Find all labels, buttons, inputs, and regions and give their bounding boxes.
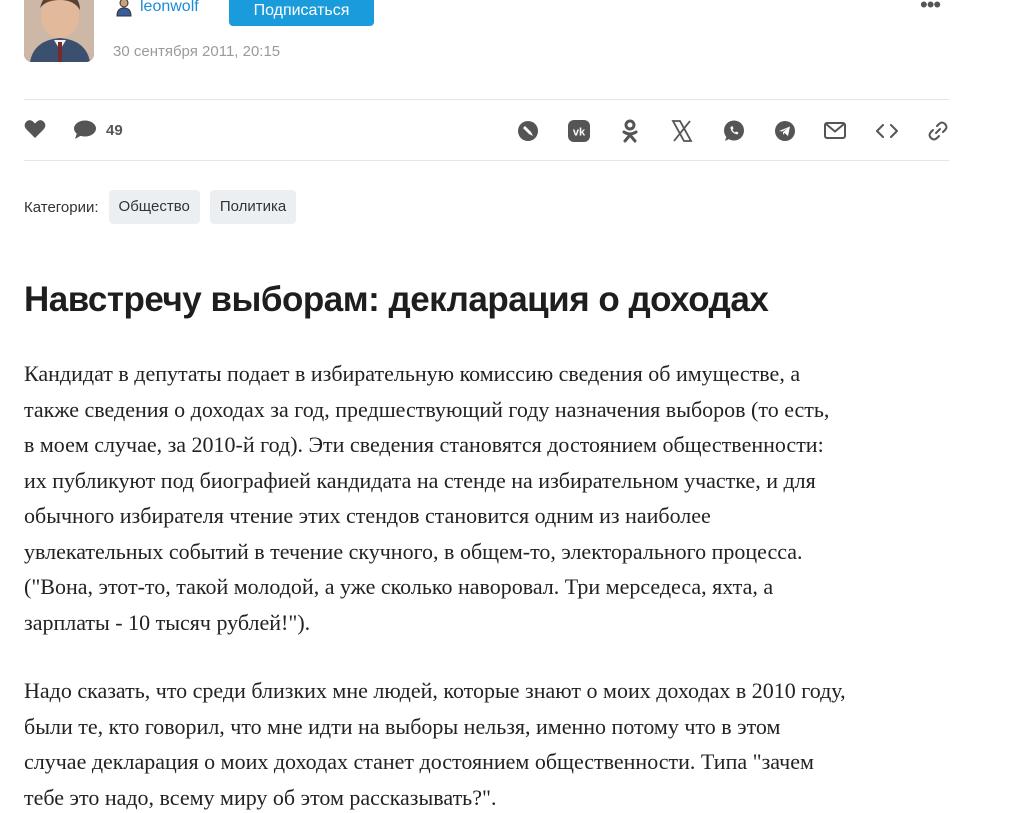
- paragraph-line: Кандидат в депутаты подает в избирательн…: [24, 361, 801, 386]
- paragraph-line: были те, кто говорил, что мне идти на вы…: [24, 713, 781, 739]
- whatsapp-icon[interactable]: [722, 119, 746, 148]
- category-tag-politics[interactable]: Политика: [209, 190, 297, 224]
- paragraph-line: в моем случае, за 2010-й год). Эти сведе…: [24, 432, 824, 457]
- post-date: 30 сентября 2011, 20:15: [113, 43, 281, 60]
- svg-text:vk: vk: [573, 127, 586, 139]
- paragraph-line: увлекательных событий в течение скучного…: [24, 538, 803, 564]
- telegram-icon[interactable]: [773, 119, 797, 148]
- paragraph-line: Надо сказать, что среди близких мне люде…: [24, 678, 846, 703]
- link-icon[interactable]: [926, 119, 950, 148]
- user-badge-icon: [114, 0, 134, 17]
- subscribe-button[interactable]: Подписаться: [229, 0, 374, 26]
- category-tag-society[interactable]: Общество: [108, 190, 200, 224]
- post-paragraph-1: Кандидат в депутаты подает в избирательн…: [24, 356, 959, 640]
- vk-icon[interactable]: vk: [567, 119, 591, 148]
- post-title: Навстречу выборам: декларация о доходах: [24, 280, 769, 319]
- comment-count: 49: [106, 122, 123, 139]
- paragraph-line: также сведения о доходах за год, предшес…: [24, 396, 830, 422]
- categories: Категории: Общество Политика: [24, 190, 306, 224]
- email-icon[interactable]: [823, 119, 847, 148]
- categories-label: Категории:: [24, 198, 99, 216]
- action-bar: 49 vk: [24, 116, 949, 144]
- paragraph-line: их публикуют под биографией кандидата на…: [24, 467, 816, 493]
- paragraph-line: зарплаты - 10 тысяч рублей!").: [24, 609, 311, 635]
- paragraph-line: обычного избирателя чтение этих стендов …: [24, 503, 711, 528]
- more-options-icon[interactable]: •••: [920, 0, 946, 18]
- livejournal-icon[interactable]: [516, 119, 540, 148]
- embed-icon[interactable]: [875, 119, 899, 148]
- x-icon[interactable]: [671, 119, 693, 148]
- post-paragraph-2: Надо сказать, что среди близких мне люде…: [24, 673, 959, 813]
- avatar[interactable]: [24, 0, 94, 62]
- author-line: leonwolf: [114, 0, 199, 18]
- comment-icon[interactable]: [73, 120, 97, 145]
- heart-icon[interactable]: [24, 119, 46, 144]
- paragraph-line: тебе это надо, всему миру об этом расска…: [24, 784, 497, 810]
- divider: [24, 160, 949, 161]
- divider: [24, 99, 949, 100]
- odnoklassniki-icon[interactable]: [620, 119, 640, 148]
- author-username-link[interactable]: leonwolf: [140, 0, 199, 16]
- paragraph-line: ("Вона, этот-то, такой молодой, а уже ск…: [24, 574, 774, 599]
- paragraph-line: случае декларация о моих доходах станет …: [24, 749, 814, 774]
